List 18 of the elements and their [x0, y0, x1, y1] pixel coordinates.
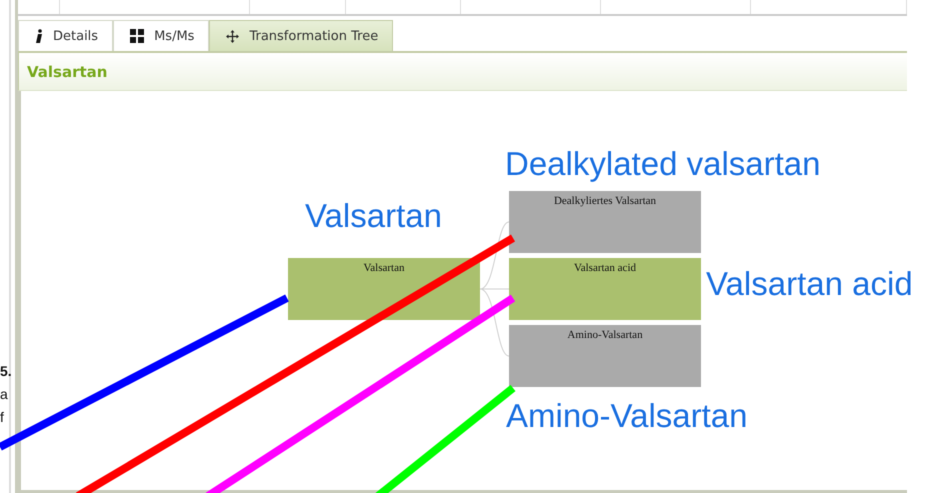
info-icon [35, 29, 43, 43]
tree-node[interactable]: Valsartan acid [509, 258, 701, 320]
annotation-label: Valsartan [305, 198, 442, 234]
grid-icon [130, 29, 144, 43]
text-fragment: a [0, 387, 8, 401]
panel-title: Valsartan [27, 62, 108, 80]
annotation-label: Valsartan acid [706, 266, 913, 302]
annotation-label: Dealkylated valsartan [505, 146, 820, 182]
annotation-label: Amino-Valsartan [506, 398, 748, 434]
move-icon [226, 30, 240, 42]
text-fragment: f [0, 410, 4, 424]
tree-node[interactable]: Valsartan [288, 258, 480, 320]
text-fragment: 5. [0, 364, 12, 378]
tab[interactable]: Transformation Tree [209, 20, 394, 51]
tab[interactable]: Details [18, 20, 114, 51]
tab[interactable]: Ms/Ms [113, 20, 210, 51]
tree-node[interactable]: Amino-Valsartan [509, 325, 701, 387]
tree-node[interactable]: Dealkyliertes Valsartan [509, 191, 701, 253]
